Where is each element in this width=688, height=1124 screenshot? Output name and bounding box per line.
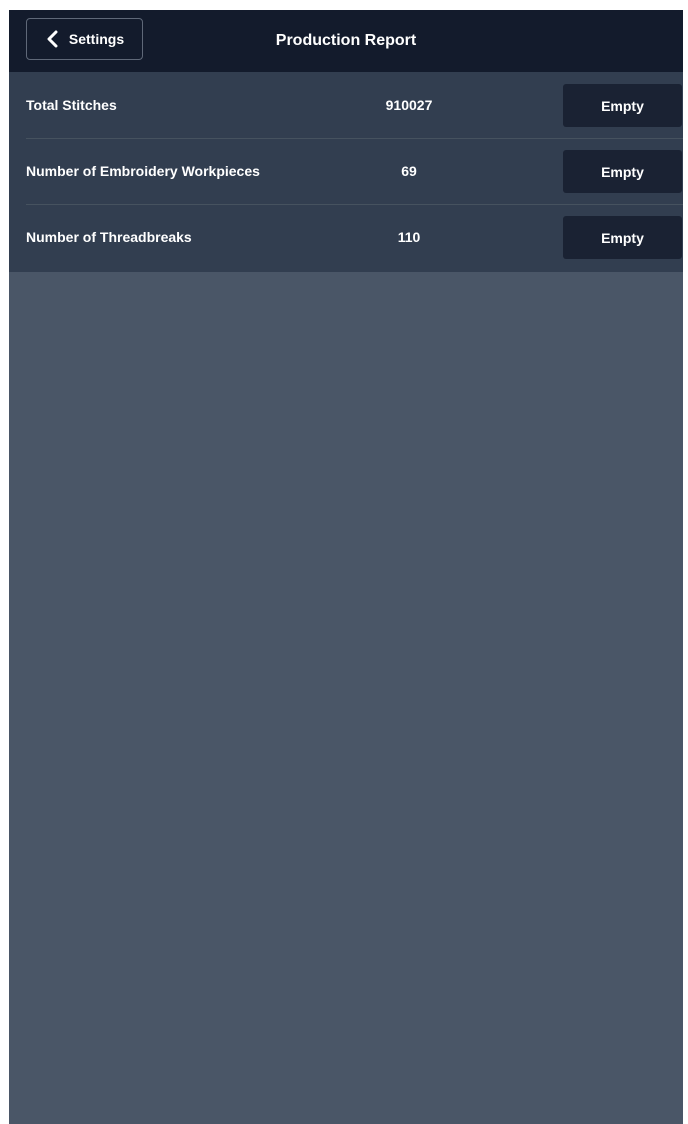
empty-embroidery-workpieces-button[interactable]: Empty xyxy=(563,150,682,193)
row-label: Number of Embroidery Workpieces xyxy=(26,163,260,179)
chevron-left-icon xyxy=(45,30,59,48)
back-button[interactable]: Settings xyxy=(26,18,143,60)
row-value: 110 xyxy=(397,229,421,245)
back-button-label: Settings xyxy=(68,31,125,47)
row-label: Total Stitches xyxy=(26,97,117,113)
empty-threadbreaks-button[interactable]: Empty xyxy=(563,216,682,259)
report-row-threadbreaks: Number of Threadbreaks 110 Empty xyxy=(9,204,683,270)
empty-total-stitches-button[interactable]: Empty xyxy=(563,84,682,127)
report-row-embroidery-workpieces: Number of Embroidery Workpieces 69 Empty xyxy=(9,138,683,204)
navigation-bar: Production Report Settings xyxy=(9,10,683,72)
row-value: 910027 xyxy=(385,97,433,113)
row-value: 69 xyxy=(401,163,417,179)
report-list: Total Stitches 910027 Empty Number of Em… xyxy=(9,72,683,272)
report-row-total-stitches: Total Stitches 910027 Empty xyxy=(9,72,683,138)
production-report-screen: Production Report Settings Total Stitche… xyxy=(9,10,683,1124)
row-label: Number of Threadbreaks xyxy=(26,229,192,245)
